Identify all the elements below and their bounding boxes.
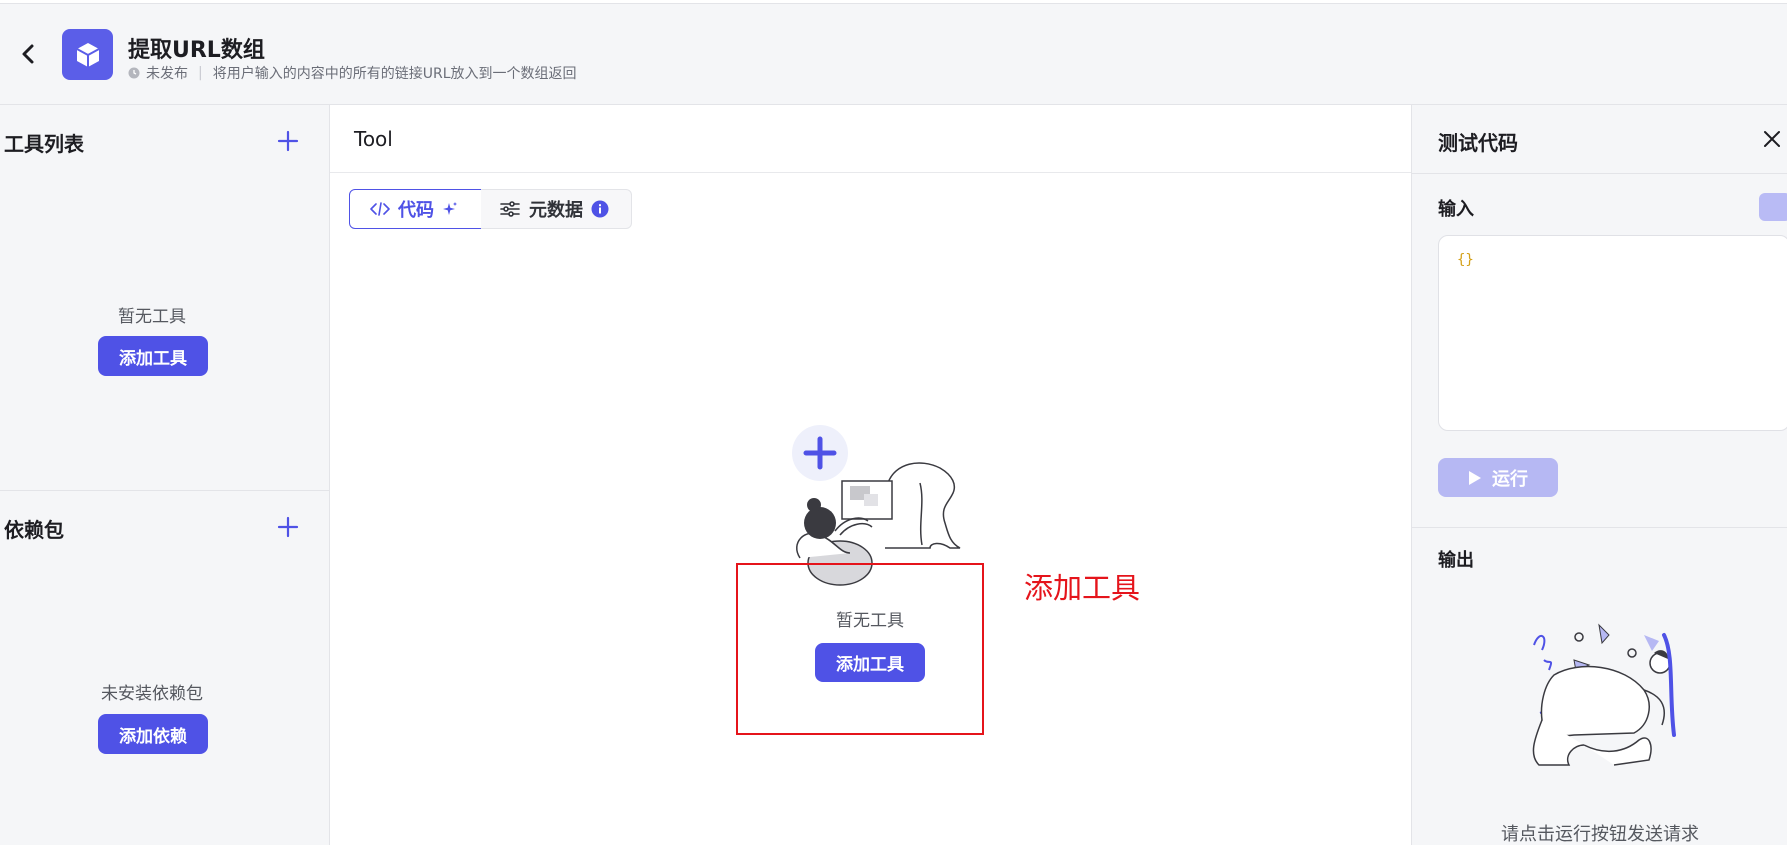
test-code-panel: 测试代码 输入 {} 运行 输出 请点击运行按钮发送请求 bbox=[1411, 105, 1787, 845]
input-json-editor[interactable]: {} bbox=[1438, 235, 1787, 431]
separator: | bbox=[198, 65, 203, 81]
input-action-button[interactable] bbox=[1759, 193, 1787, 221]
tab-metadata[interactable]: 元数据 bbox=[481, 189, 632, 229]
input-json-value: {} bbox=[1457, 252, 1474, 268]
plugin-description: 将用户输入的内容中的所有的链接URL放入到一个数组返回 bbox=[212, 66, 577, 82]
close-icon bbox=[1764, 131, 1780, 147]
code-icon bbox=[370, 202, 390, 216]
output-empty-hint: 请点击运行按钮发送请求 bbox=[1501, 824, 1699, 845]
panel-divider bbox=[1412, 527, 1787, 528]
plus-icon bbox=[277, 130, 299, 152]
publish-status: 未发布 bbox=[146, 66, 188, 82]
clock-icon bbox=[128, 67, 140, 79]
add-dependency-button[interactable]: 添加依赖 bbox=[98, 714, 208, 754]
close-button[interactable] bbox=[1762, 129, 1782, 149]
annotation-highlight-box bbox=[736, 563, 984, 735]
tab-code-label: 代码 bbox=[398, 200, 434, 221]
tab-code[interactable]: 代码 bbox=[349, 189, 482, 229]
plus-icon bbox=[277, 516, 299, 538]
left-panel: 工具列表 暂无工具 添加工具 依赖包 未安装依赖包 添加依赖 bbox=[0, 105, 330, 845]
back-button[interactable] bbox=[16, 42, 40, 66]
add-dependency-plus-button[interactable] bbox=[275, 514, 301, 540]
test-code-title: 测试代码 bbox=[1438, 131, 1518, 155]
sliders-icon bbox=[500, 201, 520, 217]
output-empty-illustration bbox=[1532, 623, 1676, 766]
run-button-label: 运行 bbox=[1492, 468, 1528, 490]
deps-empty-text: 未安装依赖包 bbox=[101, 684, 203, 704]
annotation-label: 添加工具 bbox=[1024, 571, 1141, 605]
tools-section-title: 工具列表 bbox=[4, 132, 84, 156]
tool-header: Tool bbox=[330, 105, 1412, 173]
page-header: 提取URL数组 未发布 | 将用户输入的内容中的所有的链接URL放入到一个数组返… bbox=[0, 4, 1787, 105]
deps-section-title: 依赖包 bbox=[4, 518, 64, 542]
run-button[interactable]: 运行 bbox=[1438, 458, 1558, 497]
section-divider bbox=[0, 490, 330, 491]
tab-metadata-label: 元数据 bbox=[529, 200, 583, 221]
sparkle-icon bbox=[443, 202, 457, 215]
tools-empty-text: 暂无工具 bbox=[118, 307, 186, 327]
tool-title: Tool bbox=[354, 127, 393, 151]
info-icon[interactable] bbox=[591, 200, 609, 218]
play-icon bbox=[1469, 470, 1481, 485]
page-title: 提取URL数组 bbox=[128, 38, 265, 63]
add-tool-button[interactable]: 添加工具 bbox=[98, 336, 208, 376]
page-subtitle: 未发布 | 将用户输入的内容中的所有的链接URL放入到一个数组返回 bbox=[128, 63, 577, 83]
chevron-left-icon bbox=[22, 44, 34, 64]
output-label: 输出 bbox=[1438, 550, 1474, 571]
plugin-cube-icon bbox=[62, 29, 113, 80]
add-tool-plus-button[interactable] bbox=[275, 128, 301, 154]
input-label: 输入 bbox=[1438, 199, 1474, 220]
panel-divider bbox=[1412, 173, 1787, 174]
